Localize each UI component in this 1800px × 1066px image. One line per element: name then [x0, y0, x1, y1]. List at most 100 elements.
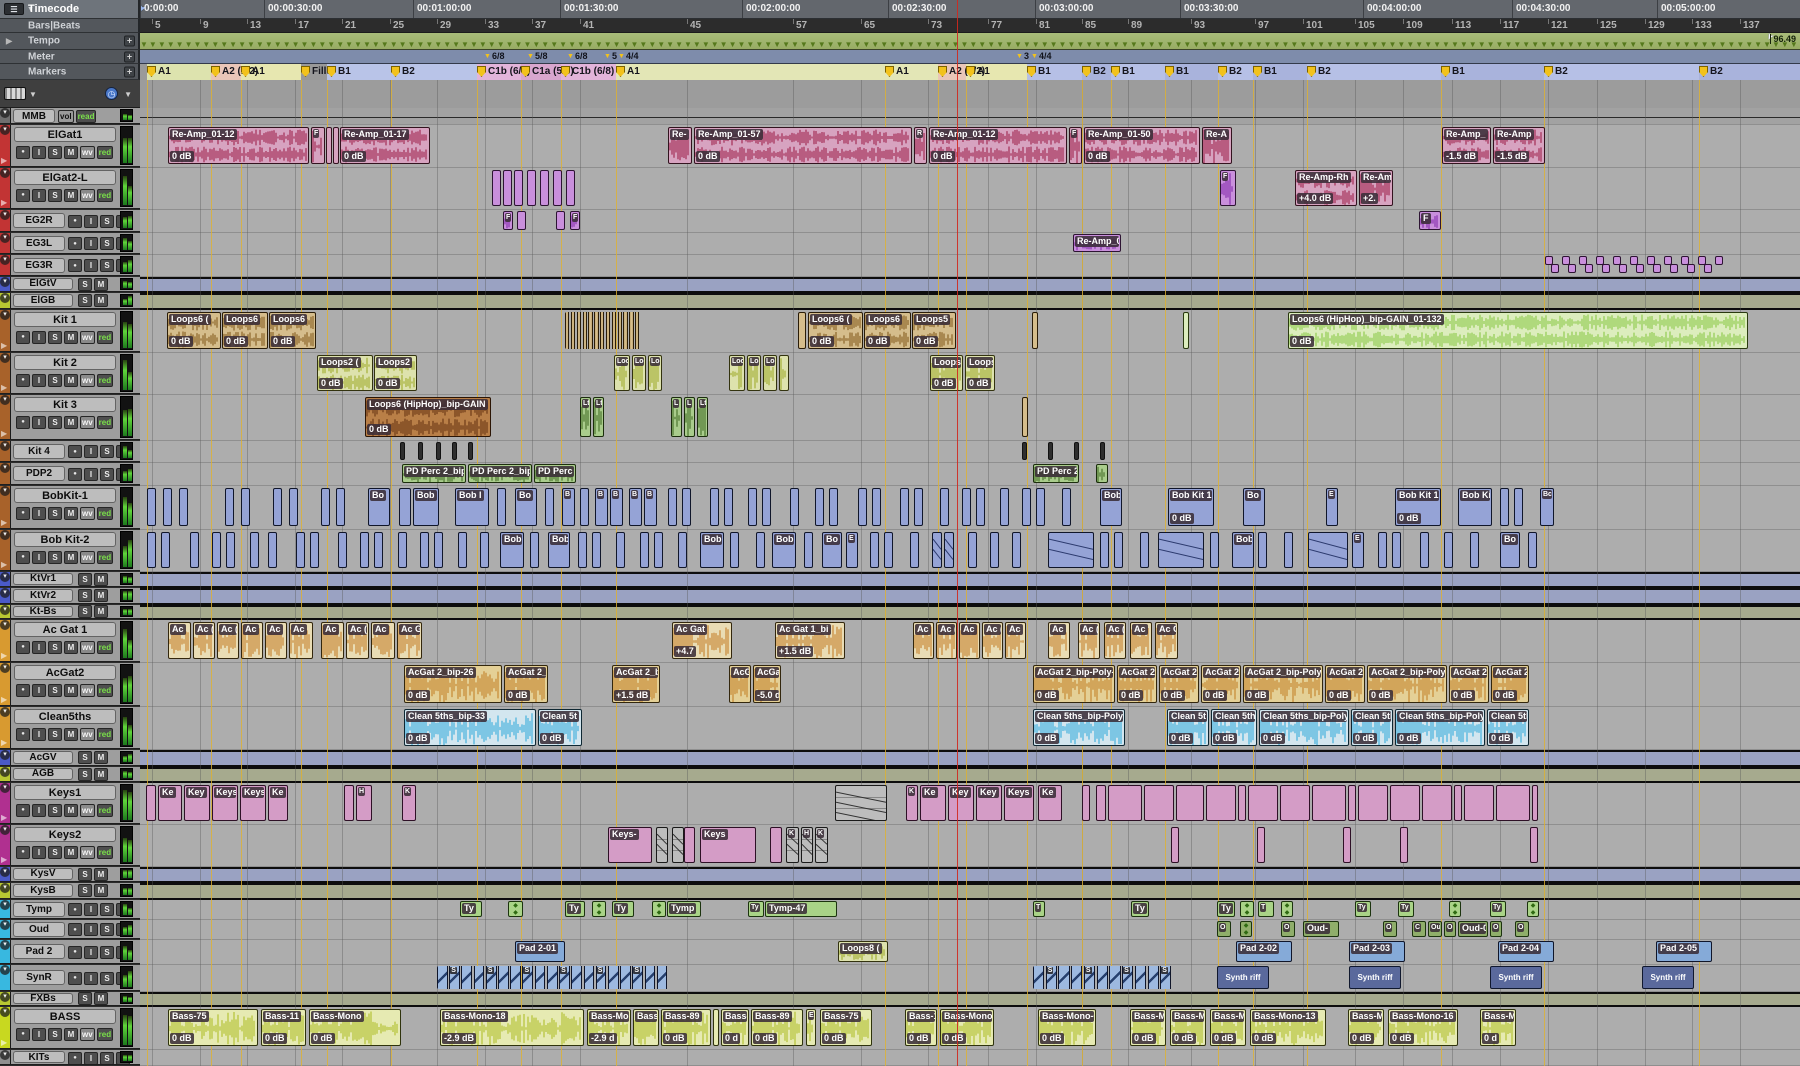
audio-clip[interactable] [914, 488, 923, 526]
audio-clip[interactable] [1687, 264, 1695, 273]
audio-clip[interactable]: Bo [515, 488, 537, 526]
audio-clip[interactable] [1444, 532, 1453, 568]
audio-clip[interactable] [900, 488, 909, 526]
audio-clip[interactable]: Loo [729, 355, 745, 391]
audio-clip[interactable] [374, 532, 383, 568]
track-elgtv[interactable]: ▾ElGtVSM [0, 277, 140, 292]
solo-button[interactable]: S [78, 573, 92, 586]
clip-gain-chip[interactable]: 0 dB [170, 1033, 194, 1044]
clip-stripe[interactable] [618, 312, 622, 349]
audio-clip[interactable] [326, 127, 332, 164]
input-monitor-button[interactable]: I [32, 374, 46, 387]
playlist-arrow-icon[interactable]: ▶ [1, 1038, 7, 1047]
input-monitor-button[interactable]: I [84, 215, 98, 228]
clip-gain-chip[interactable]: 0 dB [1086, 151, 1110, 162]
solo-button[interactable]: S [48, 684, 62, 697]
record-enable-button[interactable]: ● [68, 903, 82, 916]
input-monitor-button[interactable]: I [84, 445, 98, 458]
audio-clip[interactable]: Loops8 ( [838, 941, 888, 962]
audio-clip[interactable] [1551, 264, 1559, 273]
markers-ruler[interactable]: A1A2 (1/2)A1FillsB1B2C1b (6/8)C1a (5/8)C… [140, 64, 1800, 80]
clip-gain-chip[interactable]: 0 dB [271, 336, 295, 347]
clip-gain-chip[interactable]: 0 dB [1035, 733, 1059, 744]
clip-stripe[interactable] [584, 966, 595, 989]
clip-stripe[interactable] [510, 966, 521, 989]
audio-clip[interactable]: Re- [668, 127, 692, 164]
audio-clip[interactable]: ◆ ◆ [652, 901, 666, 917]
audio-clip[interactable]: Bass-Mo0 dB [1130, 1009, 1166, 1046]
audio-clip[interactable] [436, 442, 441, 460]
audio-clip[interactable] [420, 532, 429, 568]
record-enable-button[interactable]: ● [68, 237, 82, 250]
track-bass[interactable]: ▾▶BASS●ISMwvred▾ [0, 1007, 140, 1049]
record-enable-button[interactable]: ● [16, 331, 30, 344]
audio-clip[interactable] [360, 532, 369, 568]
audio-clip[interactable]: Ty [1490, 901, 1506, 917]
audio-clip[interactable]: AcGat 2_0 dB [1159, 665, 1199, 703]
audio-clip[interactable] [1171, 827, 1179, 863]
track-name[interactable]: KysV [13, 868, 73, 880]
clip-gain-chip[interactable]: +2. [1361, 193, 1378, 204]
audio-clip[interactable]: Pad 2-05 [1656, 941, 1712, 962]
audio-clip[interactable] [682, 488, 691, 526]
audio-clip[interactable]: AcGat 2_0 dB [1117, 665, 1157, 703]
audio-clip[interactable] [1308, 532, 1348, 568]
clip-stripe[interactable] [535, 966, 546, 989]
audio-clip[interactable] [1144, 785, 1174, 821]
midi-clip[interactable]: K [786, 827, 799, 863]
audio-clip[interactable]: Bass-750 dB [168, 1009, 258, 1046]
clip-gain-chip[interactable]: 0 dB [1161, 690, 1185, 701]
timecode-ruler[interactable]: ➤ 0:00:0000:00:30:0000:01:00:0000:01:30:… [140, 0, 1800, 19]
audio-clip[interactable] [468, 442, 473, 460]
audio-clip[interactable] [1358, 785, 1388, 821]
clip-stripe[interactable]: S [632, 966, 643, 989]
audio-clip[interactable]: Synth riff [1642, 966, 1694, 989]
audio-clip[interactable]: Loops6 (HipHop)_bip-GAIN0 dB [365, 397, 491, 437]
clip-gain-chip[interactable]: 0 dB [914, 336, 938, 347]
automation-read-button[interactable]: red [97, 684, 113, 697]
audio-clip[interactable] [910, 532, 919, 568]
marker-b2[interactable]: B2 [1699, 66, 1723, 77]
track-list-menu-caret-icon[interactable]: ▼ [29, 90, 37, 99]
track-oud[interactable]: ▾Oud●ISM [0, 920, 140, 939]
track-collapse-icon[interactable]: ▾ [0, 108, 10, 118]
audio-clip[interactable] [940, 488, 949, 526]
waveform-view-button[interactable]: wv [80, 146, 95, 159]
record-enable-button[interactable]: ● [16, 846, 30, 859]
audio-clip[interactable] [1048, 532, 1094, 568]
audio-clip[interactable] [1528, 532, 1537, 568]
audio-clip[interactable] [333, 127, 339, 164]
audio-clip[interactable] [1420, 532, 1429, 568]
audio-clip[interactable]: T [1258, 901, 1274, 917]
record-enable-button[interactable]: ● [68, 946, 82, 959]
track-keys2[interactable]: ▾▶Keys2●ISMwvred▾ [0, 825, 140, 866]
audio-clip[interactable] [1114, 532, 1123, 568]
clip-gain-chip[interactable]: 0 dB [367, 424, 391, 435]
audio-clip[interactable]: Loops50 dB [912, 312, 956, 349]
track-name[interactable]: Clean5ths [14, 709, 116, 724]
meter-change-marker[interactable]: ▼5 [604, 51, 617, 61]
audio-clip[interactable]: Ac [289, 622, 313, 659]
audio-clip[interactable] [1514, 488, 1523, 526]
audio-clip[interactable]: Bass-Mo0 d [1480, 1009, 1516, 1046]
audio-clip[interactable]: Re-Amp_01-120 dB [168, 127, 309, 164]
automation-read-button[interactable]: red [97, 728, 113, 741]
audio-clip[interactable] [250, 532, 259, 568]
audio-clip[interactable] [962, 488, 971, 526]
clip-gain-chip[interactable]: 0 dB [1169, 733, 1193, 744]
track-collapse-icon[interactable]: ▾ [0, 441, 10, 451]
audio-clip[interactable]: O [1515, 921, 1529, 937]
audio-clip[interactable] [616, 532, 625, 568]
solo-button[interactable]: S [78, 278, 92, 291]
marker-b2[interactable]: B2 [1082, 66, 1106, 77]
audio-clip[interactable] [1390, 785, 1420, 821]
audio-clip[interactable] [434, 532, 443, 568]
audio-clip[interactable] [1022, 488, 1031, 526]
audio-clip[interactable]: Re-Amp_01-170 dB [340, 127, 430, 164]
audio-clip[interactable]: ◆ ◆ [1240, 921, 1252, 937]
audio-clip[interactable]: Loops60 dB [222, 312, 268, 349]
track-collapse-icon[interactable]: ▾ [0, 486, 10, 496]
solo-button[interactable]: S [48, 551, 62, 564]
input-monitor-button[interactable]: I [32, 331, 46, 344]
clip-gain-chip[interactable]: 0 dB [866, 336, 890, 347]
